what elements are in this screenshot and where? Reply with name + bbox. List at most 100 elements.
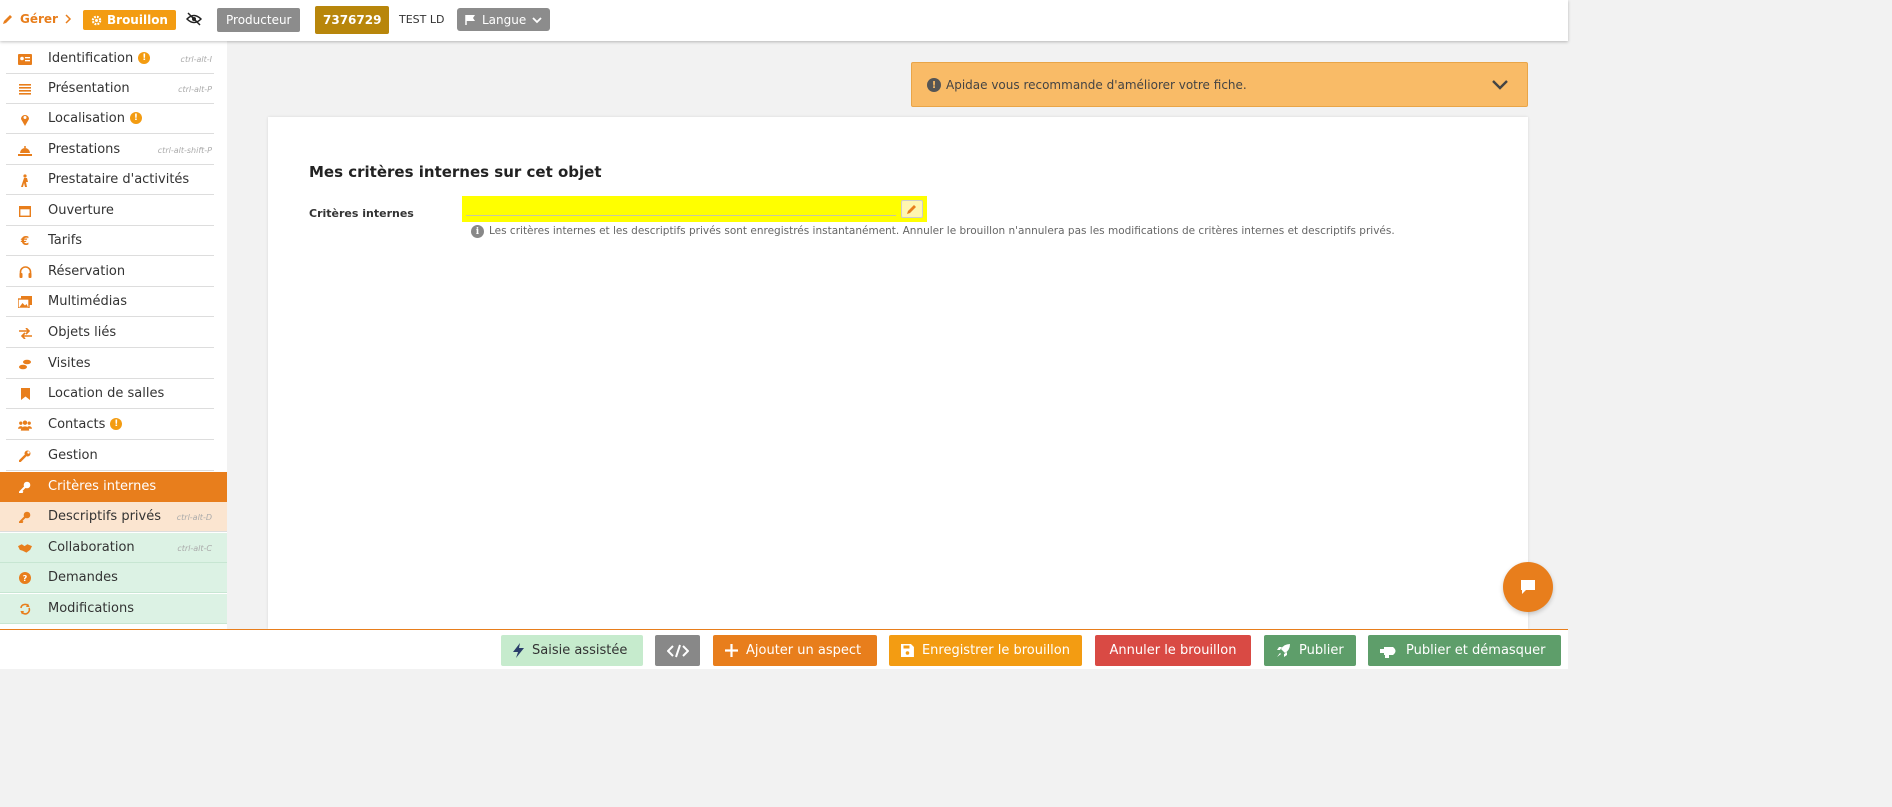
publish-button[interactable]: Publier [1264,635,1356,666]
handshake-icon [18,541,32,555]
button-label: Publier et démasquer [1406,643,1546,658]
sync-icon [18,602,32,616]
sidebar-item-label: Contacts [48,417,106,432]
key-icon [18,480,32,494]
sidebar-item-label: Objets liés [48,325,117,340]
svg-text:?: ? [23,574,28,583]
sidebar-item-objets-lies[interactable]: Objets liés [6,318,214,348]
exchange-icon [18,326,32,340]
sidebar-item-multimedias[interactable]: Multimédias [6,287,214,317]
sidebar-item-gestion[interactable]: Gestion [6,441,214,471]
hiking-icon [18,173,32,187]
sidebar-item-identification[interactable]: Identification! ctrl-alt-I [6,44,214,74]
edit-button[interactable] [901,200,923,218]
sidebar-item-reservation[interactable]: Réservation [6,257,214,287]
id-card-icon [18,52,32,66]
sidebar-item-criteres-internes[interactable]: Critères internes [0,472,227,502]
euro-icon: € [20,234,30,248]
shortcut-hint: ctrl-alt-shift-P [157,146,212,155]
recommendation-alert[interactable]: ! Apidae vous recommande d'améliorer vot… [911,62,1528,107]
sidebar-item-modifications[interactable]: Modifications [0,594,227,624]
field-help-text: Les critères internes et les descriptifs… [489,225,1395,237]
sidebar-item-demandes[interactable]: ? Demandes [0,563,227,593]
publish-unmask-button[interactable]: Publier et démasquer [1368,635,1561,666]
button-label: Annuler le brouillon [1109,643,1237,658]
manage-label: Gérer [20,12,58,26]
wrench-icon [18,449,32,463]
cancel-draft-button[interactable]: Annuler le brouillon [1095,635,1251,666]
flag-icon [465,14,475,25]
calendar-icon [18,204,32,218]
eye-slash-icon[interactable] [186,12,202,26]
sidebar-item-label: Localisation [48,111,125,126]
button-label: Saisie assistée [532,643,628,658]
sidebar-item-label: Critères internes [48,479,157,494]
sidebar-item-label: Location de salles [48,386,165,401]
sidebar: Identification! ctrl-alt-I Présentation … [0,41,227,629]
info-icon: i [471,225,484,238]
object-id-badge: 7376729 [315,6,390,34]
chevron-right-icon [65,14,72,24]
sidebar-item-label: Identification [48,51,134,66]
bell-icon [18,143,32,157]
sidebar-item-presentation[interactable]: Présentation ctrl-alt-P [6,74,214,104]
draft-badge: Brouillon [83,10,176,30]
action-bar: Saisie assistée Ajouter un aspect Enregi… [0,629,1568,669]
manage-breadcrumb[interactable]: Gérer [2,12,72,26]
rocket-icon [1277,644,1290,657]
producer-badge[interactable]: Producteur [217,8,301,32]
chat-icon [1521,580,1535,594]
sidebar-item-contacts[interactable]: Contacts! [6,410,214,440]
sidebar-item-localisation[interactable]: Localisation! [6,104,214,134]
gear-icon [91,15,102,25]
headset-icon [18,265,32,279]
sidebar-item-prestataire-activites[interactable]: Prestataire d'activités [6,165,214,195]
sidebar-item-label: Prestataire d'activités [48,172,190,187]
button-label: Enregistrer le brouillon [921,643,1070,658]
code-button[interactable] [655,635,700,666]
sidebar-item-label: Gestion [48,448,98,463]
page-title: Mes critères internes sur cet objet [309,163,602,181]
main-panel: Mes critères internes sur cet objet Crit… [268,117,1528,629]
sidebar-item-label: Ouverture [48,203,114,218]
chevron-down-icon[interactable] [1491,75,1509,93]
top-bar: Gérer Brouillon Producteur 7376729 TEST … [0,0,1568,41]
pencil-icon [3,15,12,24]
sidebar-item-label: Visites [48,356,91,371]
button-label: Ajouter un aspect [746,643,862,658]
save-icon [901,644,914,657]
language-dropdown[interactable]: Langue [457,8,551,31]
sidebar-item-label: Réservation [48,264,126,279]
alert-text: Apidae vous recommande d'améliorer votre… [946,78,1247,92]
sidebar-item-collaboration[interactable]: Collaboration ctrl-alt-C [0,533,227,563]
footprints-icon [18,357,32,371]
sidebar-item-descriptifs-prives[interactable]: Descriptifs privés ctrl-alt-D [0,502,227,532]
sidebar-item-tarifs[interactable]: € Tarifs [6,226,214,256]
code-icon [666,644,689,657]
assisted-input-button[interactable]: Saisie assistée [501,635,643,666]
bookmark-icon [18,387,32,401]
save-draft-button[interactable]: Enregistrer le brouillon [889,635,1082,666]
pencil-icon [907,205,916,214]
users-icon [18,418,32,432]
sidebar-item-label: Modifications [48,601,135,616]
internal-criteria-field[interactable] [462,196,927,222]
list-icon [18,82,32,96]
draft-label: Brouillon [107,13,168,27]
plus-icon [725,644,738,657]
sidebar-item-label: Multimédias [48,294,128,309]
field-underline [466,215,896,216]
sidebar-item-label: Descriptifs privés [48,509,162,524]
sidebar-item-label: Tarifs [48,233,83,248]
add-aspect-button[interactable]: Ajouter un aspect [713,635,877,666]
sidebar-item-ouverture[interactable]: Ouverture [6,196,214,226]
sidebar-item-location-salles[interactable]: Location de salles [6,379,214,409]
object-name: TEST LD [399,13,445,26]
warning-icon: ! [138,51,151,64]
chat-button[interactable] [1503,562,1553,612]
language-label: Langue [482,12,527,27]
sidebar-item-prestations[interactable]: Prestations ctrl-alt-shift-P [6,135,214,165]
sidebar-item-visites[interactable]: Visites [6,349,214,379]
key-icon [18,510,32,524]
shortcut-hint: ctrl-alt-I [180,55,212,64]
